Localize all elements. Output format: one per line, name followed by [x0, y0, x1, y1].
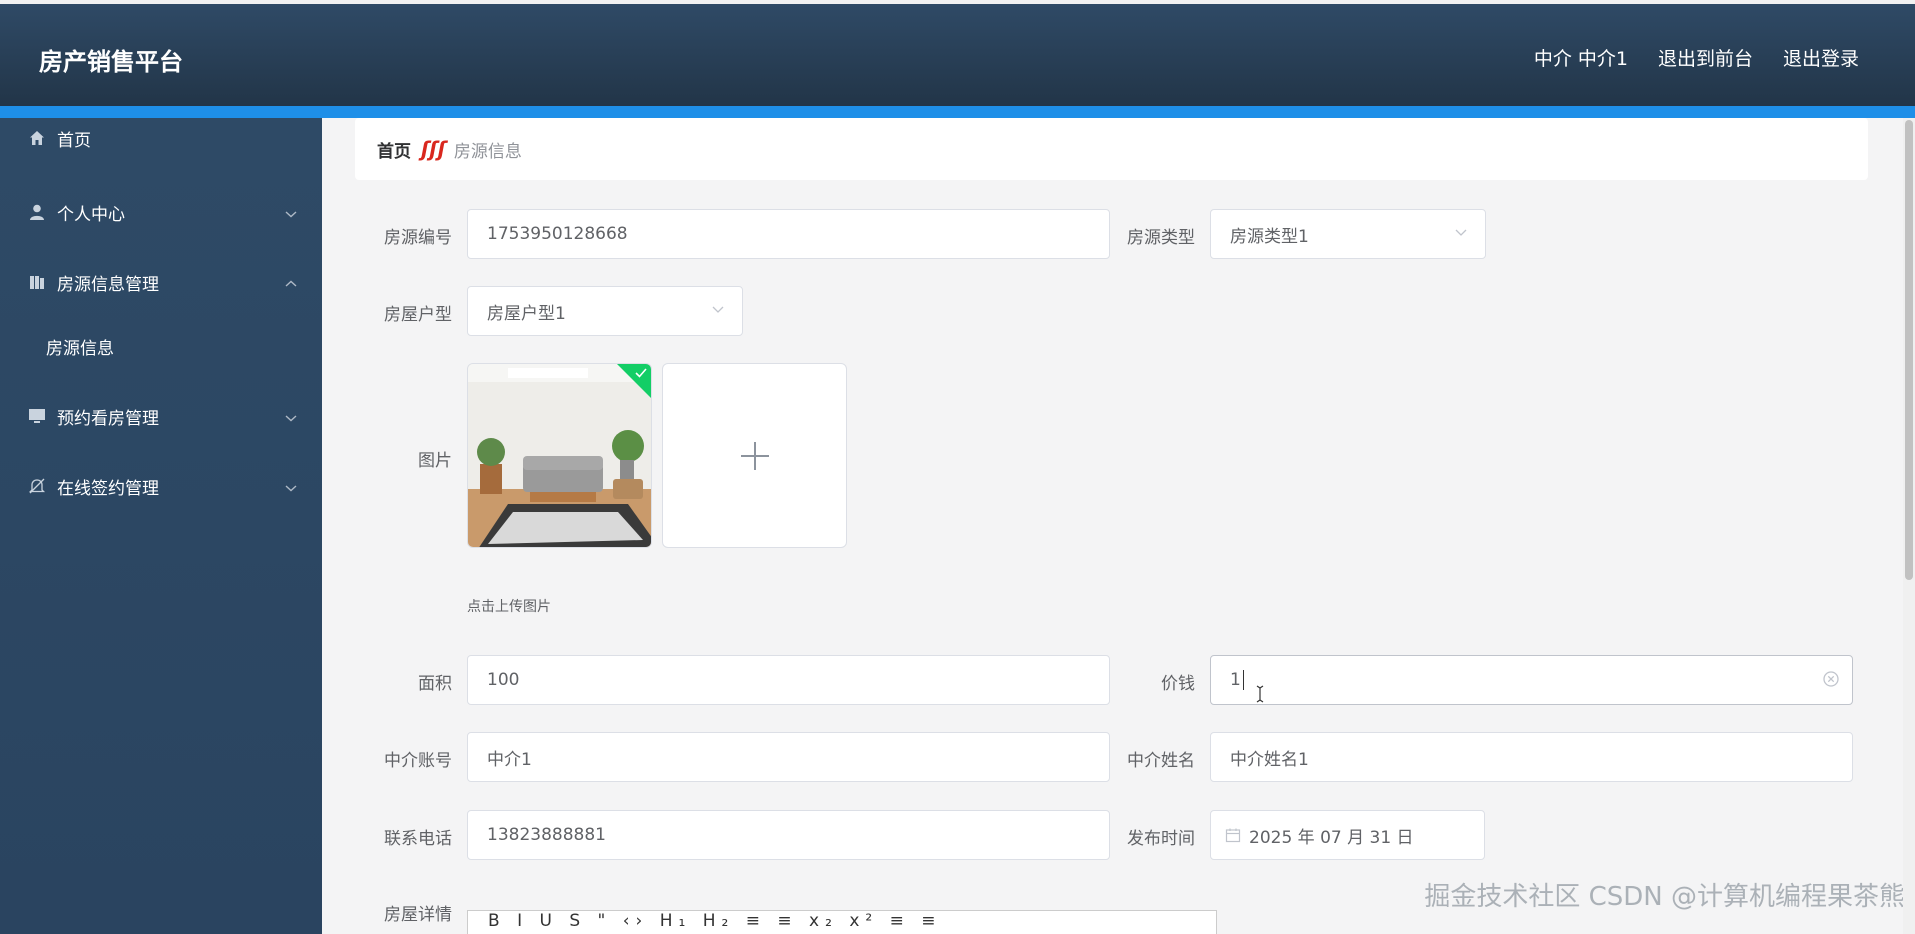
area-value: 100: [487, 670, 520, 690]
accent-bar: [0, 106, 1915, 118]
building-icon: [27, 272, 47, 292]
top-header: 房产销售平台 中介 中介1 退出到前台 退出登录: [0, 0, 1915, 106]
phone-input[interactable]: 13823888881: [467, 810, 1110, 860]
home-icon: [27, 128, 47, 148]
sidebar-item-viewing-mgmt[interactable]: 预约看房管理: [0, 396, 322, 436]
bell-off-icon: [27, 476, 47, 496]
watermark-text-2: CSDN @计算机编程果茶熊: [1588, 882, 1905, 912]
agent-name-label: 中介姓名: [1127, 751, 1195, 771]
chevron-down-icon: [284, 204, 298, 224]
agent-name-value: 中介姓名1: [1230, 749, 1309, 770]
logout-link[interactable]: 退出登录: [1783, 44, 1859, 71]
chevron-down-icon: [1453, 224, 1469, 245]
editor-toolbar-buttons[interactable]: B I U S " ‹› H₁ H₂ ≡ ≡ x₂ x² ≡ ≡: [488, 911, 942, 931]
layout-value: 房屋户型1: [487, 303, 566, 324]
layout-select[interactable]: 房屋户型1: [467, 286, 743, 336]
price-input[interactable]: 1: [1210, 655, 1853, 705]
agent-account-input[interactable]: 中介1: [467, 732, 1110, 782]
agent-account-value: 中介1: [487, 749, 532, 770]
breadcrumb-separator: ʃʃʃ: [421, 137, 446, 161]
sidebar-subitem-label: 房源信息: [46, 338, 114, 359]
text-cursor: [1242, 670, 1244, 690]
sidebar-item-home[interactable]: 首页: [0, 118, 322, 158]
publish-time-value: 2025 年 07 月 31 日: [1249, 827, 1414, 848]
area-input[interactable]: 100: [467, 655, 1110, 705]
clear-circle-icon[interactable]: [1822, 670, 1840, 693]
area-label: 面积: [418, 674, 452, 694]
details-label: 房屋详情: [384, 905, 452, 925]
house-no-label: 房源编号: [384, 228, 452, 248]
upload-hint: 点击上传图片: [467, 599, 551, 615]
check-icon: [635, 368, 647, 378]
chevron-down-icon: [284, 478, 298, 498]
back-to-front-link[interactable]: 退出到前台: [1658, 44, 1753, 71]
phone-value: 13823888881: [487, 825, 606, 845]
plus-icon: [740, 441, 769, 470]
publish-time-label: 发布时间: [1127, 829, 1195, 849]
chevron-down-icon: [710, 301, 726, 322]
price-value: 1: [1230, 670, 1241, 690]
sidebar: 首页 个人中心 房源信息管理 房源信息 预约看房管理 在线签约管理: [0, 118, 322, 934]
house-no-value: 1753950128668: [487, 224, 628, 244]
calendar-icon: [1225, 827, 1241, 843]
user-icon: [27, 202, 47, 222]
monitor-icon: [27, 406, 47, 426]
house-type-value: 房源类型1: [1230, 226, 1309, 247]
sidebar-item-personal[interactable]: 个人中心: [0, 192, 322, 232]
chevron-up-icon: [284, 274, 298, 294]
text-select-cursor-icon: [1256, 685, 1264, 703]
sidebar-item-contract-mgmt[interactable]: 在线签约管理: [0, 466, 322, 506]
breadcrumb-home[interactable]: 首页: [377, 137, 411, 162]
app-title: 房产销售平台: [39, 48, 183, 76]
current-user-label[interactable]: 中介 中介1: [1534, 44, 1628, 71]
image-label: 图片: [418, 451, 452, 471]
sidebar-item-label: 房源信息管理: [57, 274, 159, 295]
house-type-label: 房源类型: [1127, 228, 1195, 248]
scrollbar-thumb[interactable]: [1905, 120, 1913, 580]
sidebar-item-listing-mgmt[interactable]: 房源信息管理: [0, 262, 322, 302]
price-label: 价钱: [1161, 674, 1195, 694]
rich-text-editor-toolbar[interactable]: B I U S " ‹› H₁ H₂ ≡ ≡ x₂ x² ≡ ≡: [467, 910, 1217, 934]
upload-add-button[interactable]: [662, 363, 847, 548]
sidebar-item-listings[interactable]: 房源信息: [0, 326, 322, 366]
agent-name-input[interactable]: 中介姓名1: [1210, 732, 1853, 782]
uploaded-image-thumbnail[interactable]: [467, 363, 652, 548]
sidebar-item-label: 个人中心: [57, 204, 125, 225]
header-actions: 中介 中介1 退出到前台 退出登录: [1534, 44, 1859, 71]
watermark: 掘金技术社区 CSDN @计算机编程果茶熊: [1424, 876, 1905, 913]
breadcrumb: 首页 ʃʃʃ 房源信息: [355, 118, 1868, 180]
publish-time-picker[interactable]: 2025 年 07 月 31 日: [1210, 810, 1485, 860]
breadcrumb-current: 房源信息: [453, 141, 522, 162]
chevron-down-icon: [284, 408, 298, 428]
sidebar-item-label: 在线签约管理: [57, 478, 159, 499]
sidebar-item-label: 首页: [57, 130, 91, 151]
watermark-text: 掘金技术社区: [1424, 882, 1581, 912]
house-no-input[interactable]: 1753950128668: [467, 209, 1110, 259]
sidebar-item-label: 预约看房管理: [57, 408, 159, 429]
agent-account-label: 中介账号: [384, 751, 452, 771]
layout-label: 房屋户型: [384, 305, 452, 325]
page-scrollbar[interactable]: [1903, 118, 1915, 934]
house-type-select[interactable]: 房源类型1: [1210, 209, 1486, 259]
phone-label: 联系电话: [384, 829, 452, 849]
